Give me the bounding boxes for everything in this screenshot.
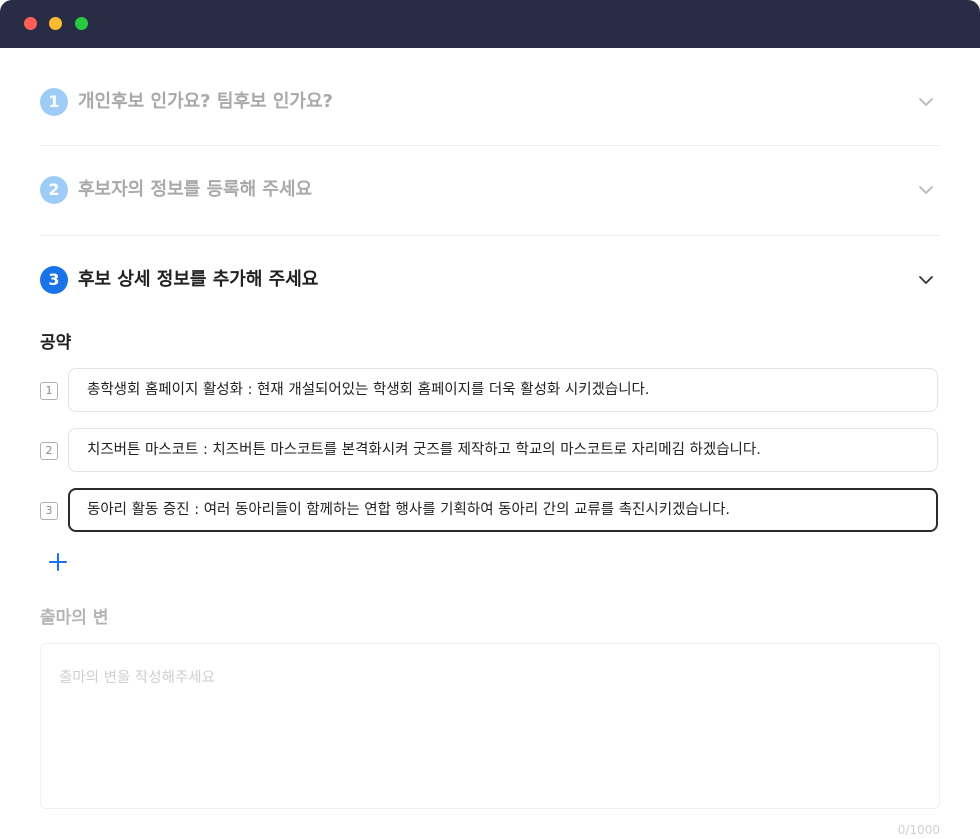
chevron-down-icon[interactable] [918, 94, 934, 110]
step-2-number-badge: 2 [40, 176, 68, 204]
close-window-button[interactable] [24, 17, 37, 30]
chevron-down-icon[interactable] [918, 272, 934, 288]
pledges-label: 공약 [40, 333, 72, 353]
step-2-header[interactable]: 2 후보자의 정보를 등록해 주세요 [40, 171, 940, 211]
step-2-title: 후보자의 정보를 등록해 주세요 [78, 179, 313, 200]
pledge-row: 2 치즈버튼 마스코트 : 치즈버튼 마스코트를 본격화시켜 굿즈를 제작하고 … [40, 428, 940, 474]
speech-placeholder: 출마의 변을 작성해주세요 [59, 670, 215, 686]
pledge-input-2[interactable]: 치즈버튼 마스코트 : 치즈버튼 마스코트를 본격화시켜 굿즈를 제작하고 학교… [68, 428, 938, 472]
pledge-index-badge: 3 [40, 502, 58, 520]
plus-icon[interactable] [48, 552, 68, 572]
character-counter: 0/1000 [897, 823, 940, 837]
step-3-number-badge: 3 [40, 266, 68, 294]
pledge-row: 1 총학생회 홈페이지 활성화 : 현재 개설되어있는 학생회 홈페이지를 더욱… [40, 368, 940, 414]
app-window: 1 개인후보 인가요? 팀후보 인가요? 2 후보자의 정보를 등록해 주세요 … [0, 0, 980, 839]
speech-label: 출마의 변 [40, 608, 109, 628]
step-1-header[interactable]: 1 개인후보 인가요? 팀후보 인가요? [40, 83, 940, 123]
step-3-title: 후보 상세 정보를 추가해 주세요 [78, 269, 319, 290]
pledge-index-badge: 1 [40, 382, 58, 400]
minimize-window-button[interactable] [49, 17, 62, 30]
divider [40, 145, 940, 146]
step-3-header[interactable]: 3 후보 상세 정보를 추가해 주세요 [40, 261, 940, 301]
pledge-input-3[interactable]: 동아리 활동 증진 : 여러 동아리들이 함께하는 연합 행사를 기획하여 동아… [68, 488, 938, 532]
maximize-window-button[interactable] [75, 17, 88, 30]
pledge-input-1[interactable]: 총학생회 홈페이지 활성화 : 현재 개설되어있는 학생회 홈페이지를 더욱 활… [68, 368, 938, 412]
window-titlebar [0, 0, 980, 48]
step-1-number-badge: 1 [40, 88, 68, 116]
step-1-title: 개인후보 인가요? 팀후보 인가요? [78, 91, 333, 112]
pledge-input-value: 치즈버튼 마스코트 : 치즈버튼 마스코트를 본격화시켜 굿즈를 제작하고 학교… [87, 442, 761, 458]
pledge-input-value: 총학생회 홈페이지 활성화 : 현재 개설되어있는 학생회 홈페이지를 더욱 활… [87, 382, 650, 398]
pledge-input-value: 동아리 활동 증진 : 여러 동아리들이 함께하는 연합 행사를 기획하여 동아… [87, 502, 731, 518]
pledge-row: 3 동아리 활동 증진 : 여러 동아리들이 함께하는 연합 행사를 기획하여 … [40, 488, 940, 534]
divider [40, 235, 940, 236]
chevron-down-icon[interactable] [918, 182, 934, 198]
pledge-index-badge: 2 [40, 442, 58, 460]
speech-textarea[interactable]: 출마의 변을 작성해주세요 [40, 643, 940, 809]
